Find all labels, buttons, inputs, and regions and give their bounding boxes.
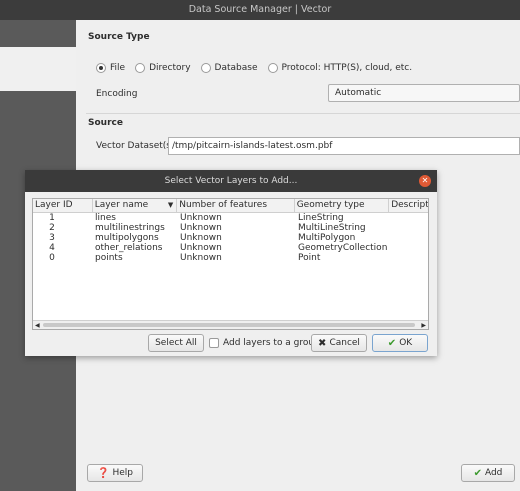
layers-table: Layer ID Layer name ▼ Number of features… <box>32 198 429 330</box>
table-row[interactable]: 2 multilinestrings Unknown MultiLineStri… <box>33 223 428 233</box>
radio-file[interactable]: File <box>96 63 125 73</box>
radio-file-label: File <box>110 63 126 73</box>
cancel-icon: ✖ <box>318 337 327 349</box>
column-header-geometry[interactable]: Geometry type <box>295 199 390 213</box>
table-row[interactable]: 3 multipolygons Unknown MultiPolygon <box>33 233 428 243</box>
add-button-label: Add <box>484 468 503 478</box>
column-header-layer-name-label: Layer name <box>94 200 149 210</box>
cell-features: Unknown <box>180 253 222 263</box>
cancel-button-label: Cancel <box>329 338 360 348</box>
cell-features: Unknown <box>180 233 222 243</box>
dataset-label: Vector Dataset(s) <box>96 141 175 151</box>
add-to-group-label: Add layers to a group <box>223 338 320 348</box>
cell-layer-id: 2 <box>49 223 55 233</box>
encoding-select[interactable]: Automatic <box>328 84 520 102</box>
cancel-button[interactable]: ✖ Cancel <box>311 334 367 352</box>
radio-protocol-indicator[interactable] <box>267 63 278 73</box>
section-divider <box>86 113 520 114</box>
radio-protocol-label: Protocol: HTTP(S), cloud, etc. <box>281 63 413 73</box>
checkbox-indicator[interactable] <box>209 338 219 348</box>
column-header-description[interactable]: Description <box>389 199 428 213</box>
radio-database-indicator[interactable] <box>200 63 211 73</box>
cell-layer-name: multipolygons <box>95 233 159 243</box>
source-type-title: Source Type <box>88 32 150 42</box>
help-button[interactable]: ❓ Help <box>87 464 143 482</box>
ok-button[interactable]: ✔ OK <box>372 334 428 352</box>
encoding-label: Encoding <box>96 89 138 99</box>
column-header-layer-name[interactable]: Layer name ▼ <box>93 199 178 213</box>
window-title-bar: Data Source Manager | Vector <box>0 0 520 20</box>
column-header-layer-id[interactable]: Layer ID <box>33 199 93 213</box>
radio-directory-label: Directory <box>149 63 191 73</box>
cell-layer-id: 4 <box>49 243 55 253</box>
radio-protocol[interactable]: Protocol: HTTP(S), cloud, etc. <box>267 63 413 73</box>
dialog-title-bar: Select Vector Layers to Add... ✕ <box>25 170 437 192</box>
close-icon[interactable]: ✕ <box>419 175 431 187</box>
cell-layer-id: 3 <box>49 233 55 243</box>
table-row[interactable]: 1 lines Unknown LineString <box>33 213 428 223</box>
cell-layer-name: points <box>95 253 123 263</box>
cell-layer-name: lines <box>95 213 116 223</box>
radio-directory-indicator[interactable] <box>135 63 146 73</box>
cell-layer-id: 0 <box>49 253 55 263</box>
select-layers-dialog: Select Vector Layers to Add... ✕ Layer I… <box>25 170 437 356</box>
cell-layer-name: other_relations <box>95 243 163 253</box>
help-button-label: Help <box>112 468 133 478</box>
cell-geometry: GeometryCollection <box>298 243 388 253</box>
check-icon: ✔ <box>473 467 482 479</box>
table-row[interactable]: 4 other_relations Unknown GeometryCollec… <box>33 243 428 253</box>
select-all-button[interactable]: Select All <box>148 334 204 352</box>
dataset-input[interactable]: /tmp/pitcairn-islands-latest.osm.pbf <box>168 137 520 155</box>
scrollbar-thumb[interactable] <box>43 323 415 327</box>
cell-layer-id: 1 <box>49 213 55 223</box>
dialog-title: Select Vector Layers to Add... <box>164 176 298 186</box>
column-header-features[interactable]: Number of features <box>177 199 295 213</box>
radio-file-indicator[interactable] <box>96 63 106 73</box>
sort-down-icon: ▼ <box>167 201 174 209</box>
cell-geometry: MultiPolygon <box>298 233 356 243</box>
cell-layer-name: multilinestrings <box>95 223 165 233</box>
radio-directory[interactable]: Directory <box>135 63 191 73</box>
window-title: Data Source Manager | Vector <box>188 4 332 15</box>
help-icon: ❓ <box>97 467 110 479</box>
scroll-right-icon[interactable]: ▶ <box>421 321 426 329</box>
source-type-options: File Directory Database Protocol: HTTP(S… <box>96 61 422 75</box>
add-to-group-checkbox[interactable]: Add layers to a group <box>209 338 320 348</box>
check-icon: ✔ <box>387 337 397 349</box>
source-title: Source <box>88 118 123 128</box>
cell-features: Unknown <box>180 223 222 233</box>
cell-geometry: Point <box>298 253 321 263</box>
ok-button-label: OK <box>399 338 413 348</box>
table-header: Layer ID Layer name ▼ Number of features… <box>33 199 428 213</box>
cell-features: Unknown <box>180 213 222 223</box>
cell-features: Unknown <box>180 243 222 253</box>
horizontal-scrollbar[interactable]: ◀ ▶ <box>33 320 428 329</box>
add-button[interactable]: ✔ Add <box>461 464 515 482</box>
cell-geometry: MultiLineString <box>298 223 366 233</box>
radio-database-label: Database <box>214 63 258 73</box>
cell-geometry: LineString <box>298 213 344 223</box>
table-row[interactable]: 0 points Unknown Point <box>33 253 428 263</box>
scroll-left-icon[interactable]: ◀ <box>35 321 40 329</box>
radio-database[interactable]: Database <box>200 63 258 73</box>
sidebar-item-selected[interactable] <box>0 47 76 91</box>
